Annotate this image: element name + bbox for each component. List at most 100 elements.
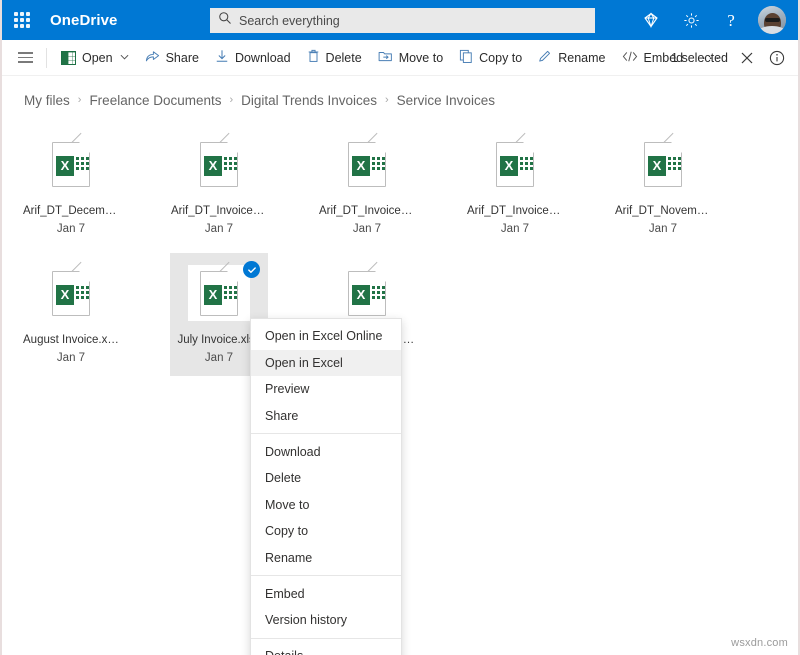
search-box[interactable] <box>210 8 595 33</box>
excel-file-icon: X <box>644 142 682 187</box>
file-row-2: X August Invoice.xlsx Jan 7 X <box>22 253 798 376</box>
file-thumbnail: X <box>336 265 398 321</box>
delete-button[interactable]: Delete <box>299 41 370 75</box>
file-date: Jan 7 <box>501 222 529 237</box>
search-icon <box>218 11 232 30</box>
file-name: Arif_DT_December_Cyber_... <box>23 204 119 219</box>
share-icon <box>145 49 160 66</box>
pencil-icon <box>538 49 552 66</box>
app-launcher-icon[interactable] <box>2 0 42 40</box>
context-menu-item-share[interactable]: Share <box>251 403 401 430</box>
selection-count-label: 1 selected <box>671 51 728 65</box>
file-date: Jan 7 <box>57 222 85 237</box>
context-menu-item-move-to[interactable]: Move to <box>251 492 401 519</box>
trash-icon <box>307 49 320 66</box>
file-tile[interactable]: X Arif_DT_November_Black_F... Jan 7 <box>614 124 712 247</box>
open-button-label: Open <box>82 51 113 65</box>
close-icon[interactable] <box>734 43 760 73</box>
excel-file-icon: X <box>348 271 386 316</box>
context-menu-item-open-in-excel-online[interactable]: Open in Excel Online <box>251 323 401 350</box>
excel-file-icon: X <box>200 271 238 316</box>
info-icon[interactable] <box>764 43 790 73</box>
excel-file-icon: X <box>496 142 534 187</box>
copy-to-button[interactable]: Copy to <box>451 41 530 75</box>
move-to-button-label: Move to <box>399 51 443 65</box>
context-menu-item-embed[interactable]: Embed <box>251 580 401 607</box>
file-name: Arif_DT_Invoice_November... <box>319 204 415 219</box>
context-menu-item-delete[interactable]: Delete <box>251 465 401 492</box>
excel-file-icon: X <box>200 142 238 187</box>
context-menu-item-copy-to[interactable]: Copy to <box>251 518 401 545</box>
breadcrumb-item-digital-trends-invoices[interactable]: Digital Trends Invoices <box>241 93 377 108</box>
context-menu-item-preview[interactable]: Preview <box>251 376 401 403</box>
file-name: Arif_DT_Invoice_October_2... <box>467 204 563 219</box>
avatar-image <box>758 6 786 34</box>
file-tile[interactable]: X Arif_DT_Invoice_October_2... Jan 7 <box>466 124 564 247</box>
file-name: July Invoice.xlsx <box>177 333 260 348</box>
excel-file-icon: X <box>52 271 90 316</box>
header-actions: ? <box>632 0 792 40</box>
file-thumbnail: X <box>40 265 102 321</box>
download-button[interactable]: Download <box>207 41 299 75</box>
onedrive-app-window: OneDrive <box>0 0 800 655</box>
breadcrumb-item-freelance-documents[interactable]: Freelance Documents <box>89 93 221 108</box>
move-to-button[interactable]: Move to <box>370 41 451 75</box>
context-menu-divider <box>251 638 401 639</box>
share-button[interactable]: Share <box>137 41 207 75</box>
file-date: Jan 7 <box>353 222 381 237</box>
rename-button[interactable]: Rename <box>530 41 613 75</box>
file-name: Arif_DT_November_Black_F... <box>615 204 711 219</box>
context-menu: Open in Excel Online Open in Excel Previ… <box>250 318 402 655</box>
rename-button-label: Rename <box>558 51 605 65</box>
context-menu-item-details[interactable]: Details <box>251 643 401 655</box>
file-tile[interactable]: X Arif_DT_December_Cyber_... Jan 7 <box>22 124 120 247</box>
delete-button-label: Delete <box>326 51 362 65</box>
context-menu-divider <box>251 575 401 576</box>
file-thumbnail: X <box>188 265 250 321</box>
breadcrumb-item-my-files[interactable]: My files <box>24 93 70 108</box>
context-menu-item-rename[interactable]: Rename <box>251 545 401 572</box>
context-menu-item-download[interactable]: Download <box>251 438 401 465</box>
search-input[interactable] <box>239 10 559 31</box>
command-bar-divider <box>46 48 47 68</box>
suite-header: OneDrive <box>2 0 798 40</box>
share-button-label: Share <box>166 51 199 65</box>
file-thumbnail: X <box>188 136 250 192</box>
file-tile[interactable]: X Arif_DT_Invoice_November... Jan 7 <box>318 124 416 247</box>
file-thumbnail: X <box>632 136 694 192</box>
selected-check-icon[interactable] <box>243 261 260 278</box>
file-date: Jan 7 <box>57 351 85 366</box>
file-date: Jan 7 <box>205 222 233 237</box>
breadcrumb-item-service-invoices[interactable]: Service Invoices <box>397 93 495 108</box>
context-menu-item-version-history[interactable]: Version history <box>251 607 401 634</box>
excel-icon <box>61 51 76 65</box>
brand-title[interactable]: OneDrive <box>50 12 118 29</box>
file-tile[interactable]: X Arif_DT_Invoice_December... Jan 7 <box>170 124 268 247</box>
help-glyph: ? <box>727 12 735 29</box>
diamond-icon[interactable] <box>632 0 670 40</box>
copy-to-icon <box>459 49 473 66</box>
file-date: Jan 7 <box>205 351 233 366</box>
chevron-down-icon <box>120 53 129 62</box>
excel-file-icon: X <box>52 142 90 187</box>
context-menu-divider <box>251 433 401 434</box>
breadcrumb: My files › Freelance Documents › Digital… <box>2 82 798 118</box>
open-button[interactable]: Open <box>53 41 137 75</box>
selection-status-area: 1 selected <box>671 40 790 76</box>
file-thumbnail: X <box>336 136 398 192</box>
command-bar: Open Share Download Delete <box>2 40 798 76</box>
context-menu-item-open-in-excel[interactable]: Open in Excel <box>251 350 401 377</box>
file-thumbnail: X <box>484 136 546 192</box>
download-button-label: Download <box>235 51 291 65</box>
breadcrumb-separator: › <box>385 94 389 106</box>
help-icon[interactable]: ? <box>712 0 750 40</box>
file-tile[interactable]: X August Invoice.xlsx Jan 7 <box>22 253 120 376</box>
move-to-icon <box>378 49 393 66</box>
breadcrumb-separator: › <box>78 94 82 106</box>
copy-to-button-label: Copy to <box>479 51 522 65</box>
gear-icon[interactable] <box>672 0 710 40</box>
avatar[interactable] <box>752 0 792 40</box>
download-icon <box>215 49 229 66</box>
view-options-icon[interactable] <box>10 41 40 75</box>
embed-code-icon <box>622 50 638 66</box>
